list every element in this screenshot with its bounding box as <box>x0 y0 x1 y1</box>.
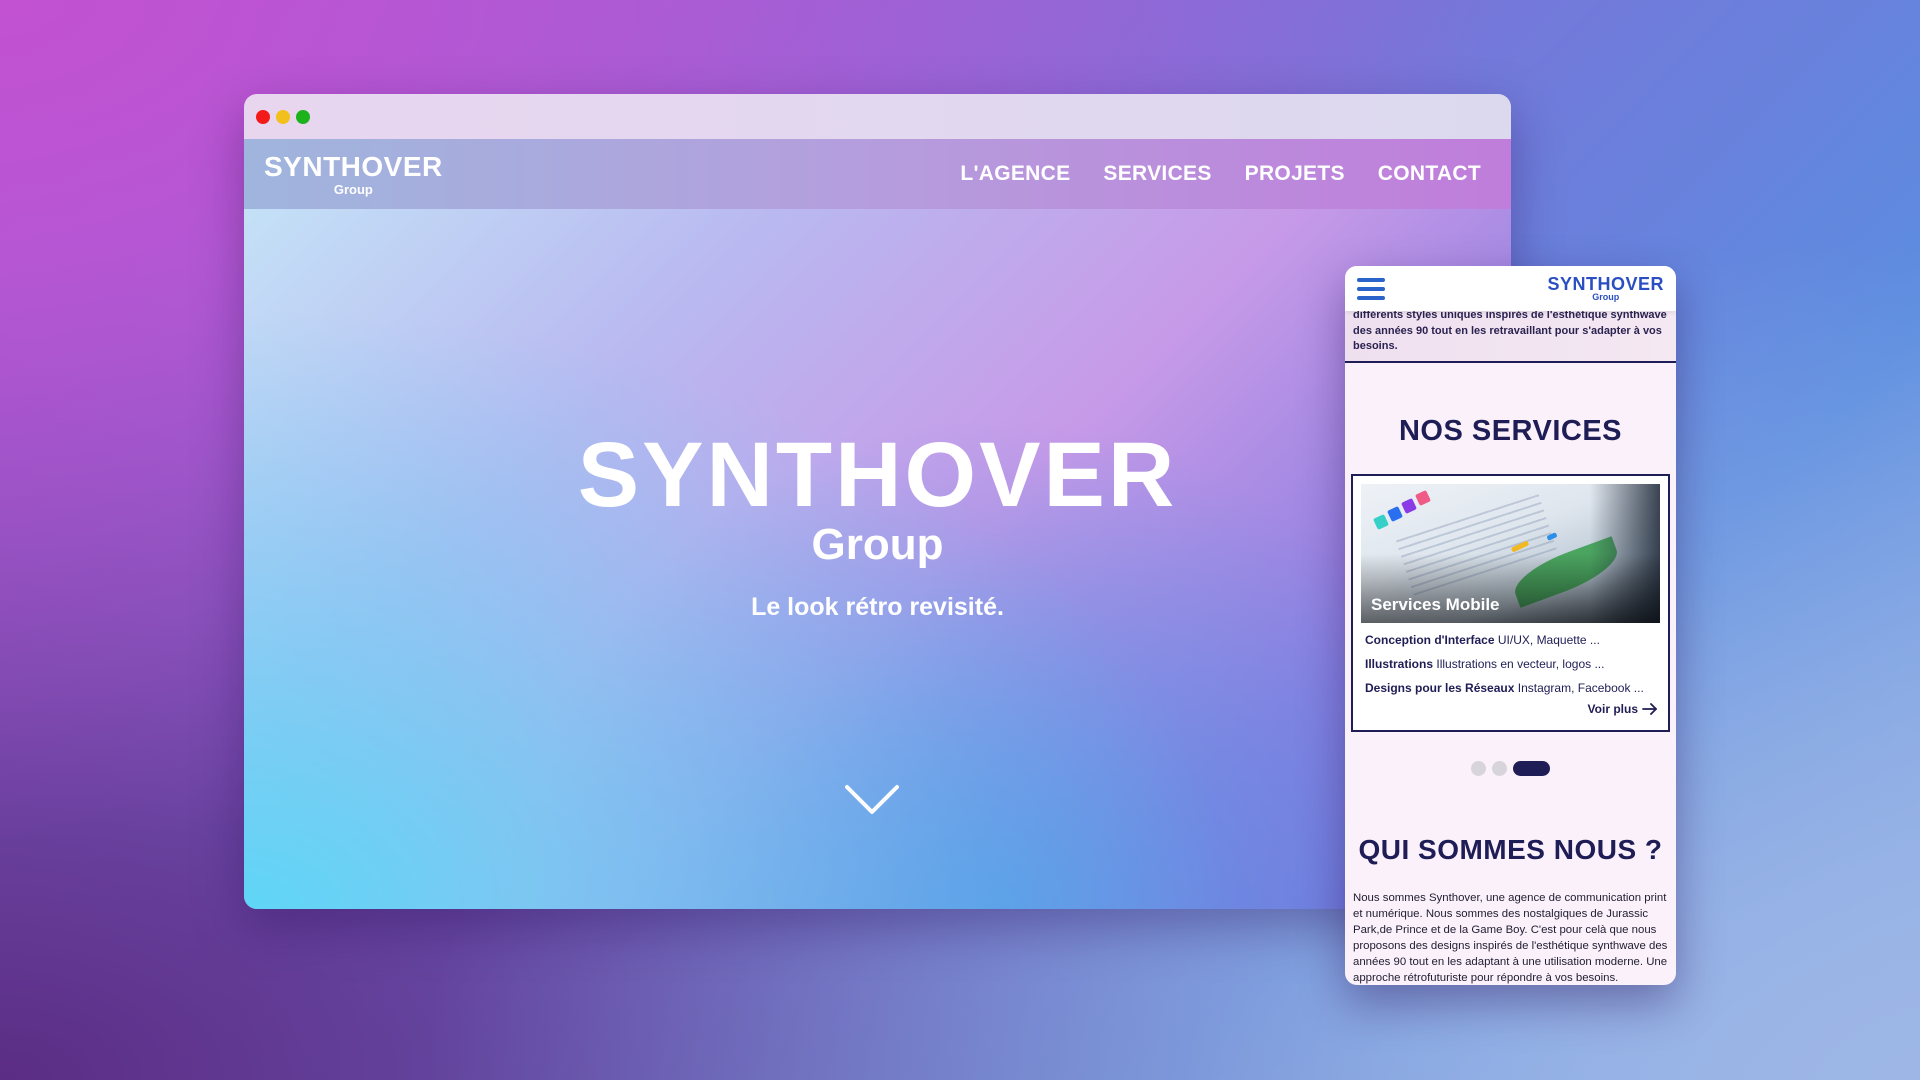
voir-plus-link[interactable]: Voir plus <box>1361 702 1660 716</box>
service-card-title: Services Mobile <box>1371 595 1500 614</box>
list-item-label: Designs pour les Réseaux <box>1365 681 1515 695</box>
list-item: Designs pour les Réseaux Instagram, Face… <box>1365 681 1656 695</box>
hero-logo-wordmark: SYNTHOVER <box>577 424 1178 526</box>
mobile-mockup: SYNTHOVER Group différents styles unique… <box>1345 266 1676 985</box>
service-card[interactable]: Services Mobile Conception d'Interface U… <box>1351 474 1670 732</box>
service-card-list: Conception d'Interface UI/UX, Maquette .… <box>1361 633 1660 695</box>
carousel-pager <box>1345 761 1676 776</box>
list-item: Conception d'Interface UI/UX, Maquette .… <box>1365 633 1656 647</box>
services-title: NOS SERVICES <box>1398 415 1623 447</box>
arrow-right-icon <box>1642 703 1657 715</box>
mobile-header: SYNTHOVER Group <box>1345 266 1676 311</box>
list-item-label: Illustrations <box>1365 657 1434 671</box>
list-item: Illustrations Illustrations en vecteur, … <box>1365 657 1656 671</box>
about-title: QUI SOMMES NOUS ? <box>1358 834 1663 865</box>
carousel-dot[interactable] <box>1492 761 1507 776</box>
chevron-down-icon[interactable] <box>844 783 900 817</box>
service-card-image: Services Mobile <box>1361 484 1660 623</box>
mobile-logo-wordmark: SYNTHOVER <box>1547 274 1664 294</box>
list-item-detail: Illustrations en vecteur, logos ... <box>1436 657 1605 671</box>
nav-link-contact[interactable]: CONTACT <box>1378 162 1481 186</box>
list-item-label: Conception d'Interface <box>1365 633 1495 647</box>
nav-link-projets[interactable]: PROJETS <box>1245 162 1345 186</box>
hero-tagline: Le look rétro revisité. <box>751 593 1004 621</box>
mobile-logo-subtitle: Group <box>1592 292 1620 302</box>
carousel-dot[interactable] <box>1471 761 1486 776</box>
nav-link-agence[interactable]: L'AGENCE <box>960 162 1070 186</box>
mobile-intro-text: différents styles uniques inspirés de l'… <box>1353 311 1667 352</box>
list-item-detail: Instagram, Facebook ... <box>1517 681 1644 695</box>
carousel-dot-active[interactable] <box>1513 761 1550 776</box>
window-close-button[interactable] <box>256 109 270 124</box>
desktop-site: SYNTHOVER Group L'AGENCE SERVICES PROJET… <box>244 139 1511 909</box>
logo-wordmark: SYNTHOVER <box>264 150 443 182</box>
voir-plus-label: Voir plus <box>1587 702 1638 716</box>
window-minimize-button[interactable] <box>276 109 290 124</box>
list-item-detail: UI/UX, Maquette ... <box>1497 633 1600 647</box>
about-text: Nous sommes Synthover, une agence de com… <box>1353 892 1668 984</box>
mobile-logo[interactable]: SYNTHOVER Group <box>1547 275 1664 302</box>
mobile-intro-strip: différents styles uniques inspirés de l'… <box>1345 311 1676 363</box>
hamburger-menu-icon[interactable] <box>1357 276 1385 302</box>
desktop-navbar: SYNTHOVER Group L'AGENCE SERVICES PROJET… <box>244 139 1511 209</box>
window-maximize-button[interactable] <box>296 109 310 124</box>
nav-link-services[interactable]: SERVICES <box>1103 162 1211 186</box>
hero-logo: SYNTHOVER Group <box>244 429 1511 567</box>
browser-title-bar <box>244 94 1511 139</box>
desktop-browser-window: SYNTHOVER Group L'AGENCE SERVICES PROJET… <box>244 94 1511 909</box>
desktop-nav-links: L'AGENCE SERVICES PROJETS CONTACT <box>960 162 1481 186</box>
hero-logo-subtitle: Group <box>811 520 944 569</box>
logo-subtitle: Group <box>333 181 373 197</box>
desktop-nav-logo[interactable]: SYNTHOVER Group <box>264 150 443 197</box>
